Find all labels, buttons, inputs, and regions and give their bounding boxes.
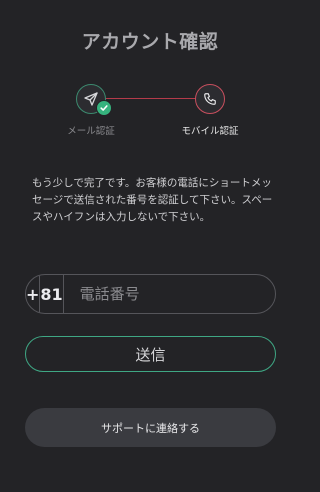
country-code-field[interactable]: 81 — [40, 275, 64, 313]
stepper-connector — [92, 98, 210, 99]
page-title: アカウント確認 — [81, 31, 219, 53]
contact-support-button[interactable]: サポートに連絡する — [25, 408, 276, 447]
phone-icon — [203, 92, 217, 106]
check-icon — [96, 100, 112, 116]
step-mobile — [195, 84, 225, 114]
phone-number-input[interactable] — [63, 275, 275, 313]
step-email-label: メール認証 — [67, 126, 115, 137]
step-mobile-label: モバイル認証 — [181, 126, 239, 137]
submit-button[interactable]: 送信 — [25, 336, 276, 372]
country-prefix-button[interactable]: + — [26, 275, 41, 313]
phone-input-group: + 81 — [25, 274, 276, 314]
instruction-text: もう少しで完了です。お客様の電話にショートメッセージで送信された番号を認証して下… — [32, 177, 273, 223]
